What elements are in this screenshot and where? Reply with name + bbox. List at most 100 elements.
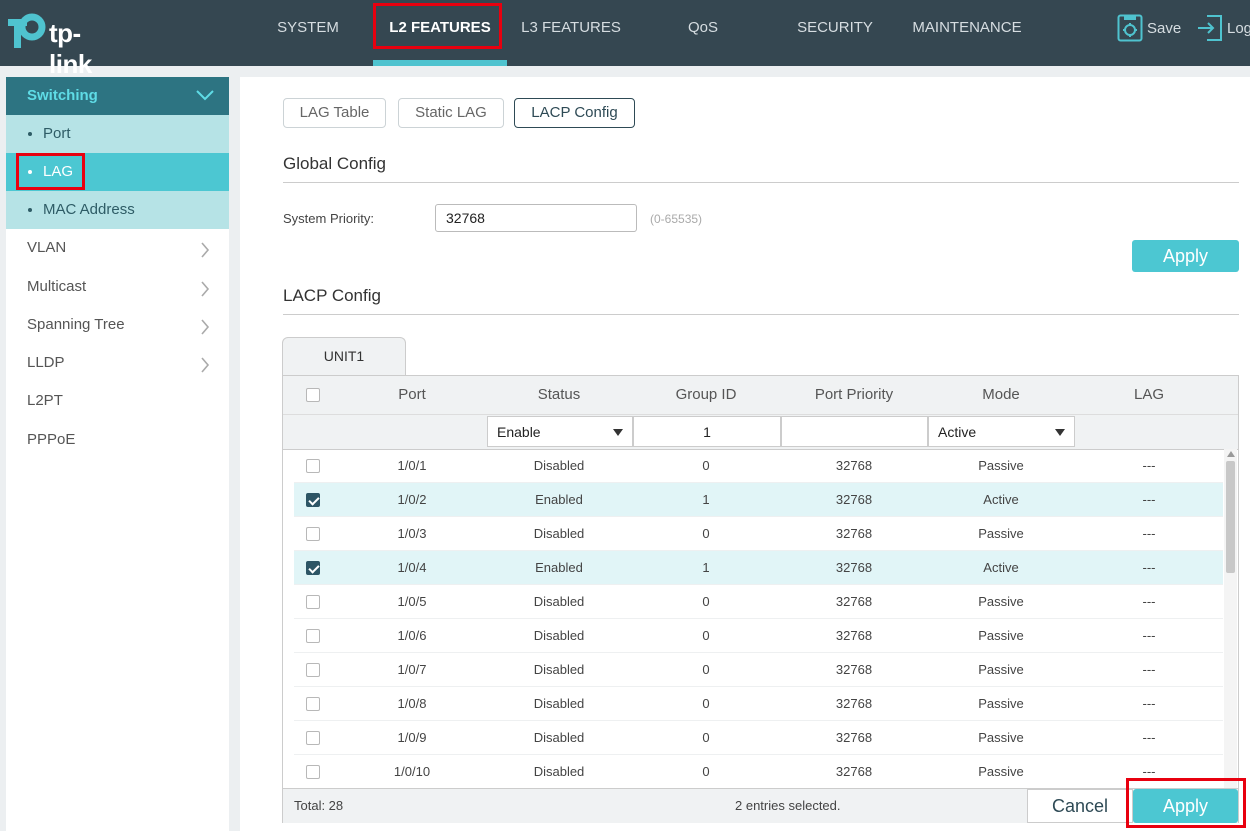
- table-row[interactable]: 1/0/6 Disabled 0 32768 Passive ---: [294, 619, 1223, 653]
- row-checkbox[interactable]: [306, 493, 320, 507]
- chevron-right-icon: [201, 319, 210, 335]
- tp-link-logo[interactable]: tp-link: [6, 10, 116, 79]
- nav-l3-features[interactable]: L3 FEATURES: [511, 0, 631, 66]
- status-filter-select[interactable]: Enable: [487, 416, 633, 447]
- tab-lacp-config[interactable]: LACP Config: [514, 98, 635, 128]
- scroll-up-arrow-icon[interactable]: [1227, 451, 1235, 457]
- lacp-table: Port Status Group ID Port Priority Mode …: [282, 375, 1239, 823]
- cell-mode: Active: [983, 560, 1019, 575]
- table-row[interactable]: 1/0/4 Enabled 1 32768 Active ---: [294, 551, 1223, 585]
- cell-port: 1/0/10: [393, 764, 431, 779]
- tab-unit1[interactable]: UNIT1: [282, 337, 406, 376]
- logo-icon: [8, 13, 46, 48]
- sidebar-item-lag[interactable]: LAG: [6, 153, 229, 191]
- table-body: 1/0/1 Disabled 0 32768 Passive --- 1/0/2 Enable…: [294, 449, 1223, 788]
- cell-group-id: 0: [702, 764, 710, 779]
- system-priority-label: System Priority:: [283, 211, 375, 226]
- row-checkbox[interactable]: [306, 527, 320, 541]
- table-row[interactable]: 1/0/5 Disabled 0 32768 Passive ---: [294, 585, 1223, 619]
- table-row[interactable]: 1/0/3 Disabled 0 32768 Passive ---: [294, 517, 1223, 551]
- row-checkbox[interactable]: [306, 629, 320, 643]
- tab-static-lag[interactable]: Static LAG: [398, 98, 504, 128]
- cell-status: Disabled: [533, 594, 585, 609]
- top-bar: tp-link SYSTEM L2 FEATURES L3 FEATURES Q…: [0, 0, 1250, 79]
- cell-port-priority: 32768: [835, 764, 873, 779]
- cell-status: Disabled: [533, 764, 585, 779]
- cell-group-id: 0: [702, 526, 710, 541]
- table-footer: Total: 28 2 entries selected. Cancel App…: [283, 788, 1238, 823]
- nav-maintenance[interactable]: MAINTENANCE: [905, 0, 1029, 66]
- cell-port: 1/0/7: [397, 662, 427, 677]
- nav-l2-features[interactable]: L2 FEATURES: [373, 0, 507, 66]
- filter-row: Enable 1 Active: [283, 414, 1238, 450]
- row-checkbox[interactable]: [306, 697, 320, 711]
- sidebar-item-port[interactable]: Port: [6, 115, 229, 153]
- nav-qos[interactable]: QoS: [673, 0, 733, 66]
- save-label: Save: [1147, 20, 1182, 37]
- sidebar-item-label: PPPoE: [27, 431, 76, 448]
- table-row[interactable]: 1/0/10 Disabled 0 32768 Passive ---: [294, 755, 1223, 788]
- cell-lag: ---: [1142, 628, 1156, 643]
- cell-status: Disabled: [533, 628, 585, 643]
- table-row[interactable]: 1/0/9 Disabled 0 32768 Passive ---: [294, 721, 1223, 755]
- table-row[interactable]: 1/0/1 Disabled 0 32768 Passive ---: [294, 449, 1223, 483]
- column-header-mode: Mode: [982, 386, 1020, 403]
- row-checkbox[interactable]: [306, 663, 320, 677]
- global-apply-button[interactable]: Apply: [1132, 240, 1239, 272]
- nav-security[interactable]: SECURITY: [785, 0, 885, 66]
- sidebar: Switching Port LAG MAC Address VLAN Mult…: [6, 77, 229, 831]
- sidebar-item-mac-address[interactable]: MAC Address: [6, 191, 229, 229]
- cell-mode: Passive: [978, 458, 1024, 473]
- cell-lag: ---: [1142, 492, 1156, 507]
- cell-port-priority: 32768: [835, 526, 873, 541]
- table-row[interactable]: 1/0/2 Enabled 1 32768 Active ---: [294, 483, 1223, 517]
- row-checkbox[interactable]: [306, 595, 320, 609]
- row-checkbox[interactable]: [306, 765, 320, 779]
- chevron-down-icon: [196, 90, 214, 101]
- cell-mode: Passive: [978, 594, 1024, 609]
- sidebar-item-pppoe[interactable]: PPPoE: [6, 421, 229, 459]
- cell-port: 1/0/9: [397, 730, 427, 745]
- scrollbar-thumb[interactable]: [1226, 461, 1235, 573]
- sidebar-item-vlan[interactable]: VLAN: [6, 229, 229, 267]
- sidebar-item-spanning-tree[interactable]: Spanning Tree: [6, 306, 229, 344]
- column-header-group-id: Group ID: [675, 386, 737, 403]
- table-header: Port Status Group ID Port Priority Mode …: [283, 376, 1238, 414]
- row-checkbox[interactable]: [306, 561, 320, 575]
- cell-status: Enabled: [535, 560, 583, 575]
- table-scrollbar[interactable]: [1224, 449, 1237, 788]
- logout-icon: [1198, 15, 1222, 41]
- port-priority-filter-input[interactable]: [781, 416, 928, 447]
- bullet-icon: [28, 170, 32, 174]
- table-row[interactable]: 1/0/8 Disabled 0 32768 Passive ---: [294, 687, 1223, 721]
- status-filter-value: Enable: [497, 424, 541, 440]
- save-button[interactable]: Save: [1117, 14, 1187, 44]
- sidebar-item-label: VLAN: [27, 239, 67, 256]
- sidebar-item-multicast[interactable]: Multicast: [6, 268, 229, 306]
- sidebar-section-switching[interactable]: Switching: [6, 77, 229, 115]
- nav-system[interactable]: SYSTEM: [268, 0, 348, 66]
- cell-lag: ---: [1142, 560, 1156, 575]
- cell-mode: Passive: [978, 696, 1024, 711]
- cell-lag: ---: [1142, 594, 1156, 609]
- select-all-checkbox[interactable]: [306, 388, 320, 402]
- row-checkbox[interactable]: [306, 459, 320, 473]
- table-row[interactable]: 1/0/7 Disabled 0 32768 Passive ---: [294, 653, 1223, 687]
- sidebar-item-label: LLDP: [27, 354, 65, 371]
- system-priority-input[interactable]: 32768: [435, 204, 637, 232]
- sidebar-item-lldp[interactable]: LLDP: [6, 344, 229, 382]
- lacp-config-title: LACP Config: [283, 286, 381, 305]
- row-checkbox[interactable]: [306, 731, 320, 745]
- mode-filter-select[interactable]: Active: [928, 416, 1075, 447]
- main-panel: LAG Table Static LAG LACP Config Global …: [240, 77, 1250, 831]
- tab-lag-table[interactable]: LAG Table: [283, 98, 386, 128]
- cancel-button[interactable]: Cancel: [1027, 789, 1133, 823]
- group-id-filter-input[interactable]: 1: [633, 416, 781, 447]
- sidebar-section-label: Switching: [27, 87, 98, 104]
- column-header-port: Port: [398, 386, 426, 403]
- logout-button[interactable]: Log: [1197, 14, 1250, 44]
- dropdown-arrow-icon: [613, 429, 623, 436]
- cell-status: Disabled: [533, 730, 585, 745]
- sidebar-item-l2pt[interactable]: L2PT: [6, 382, 229, 420]
- table-apply-button[interactable]: Apply: [1133, 789, 1238, 823]
